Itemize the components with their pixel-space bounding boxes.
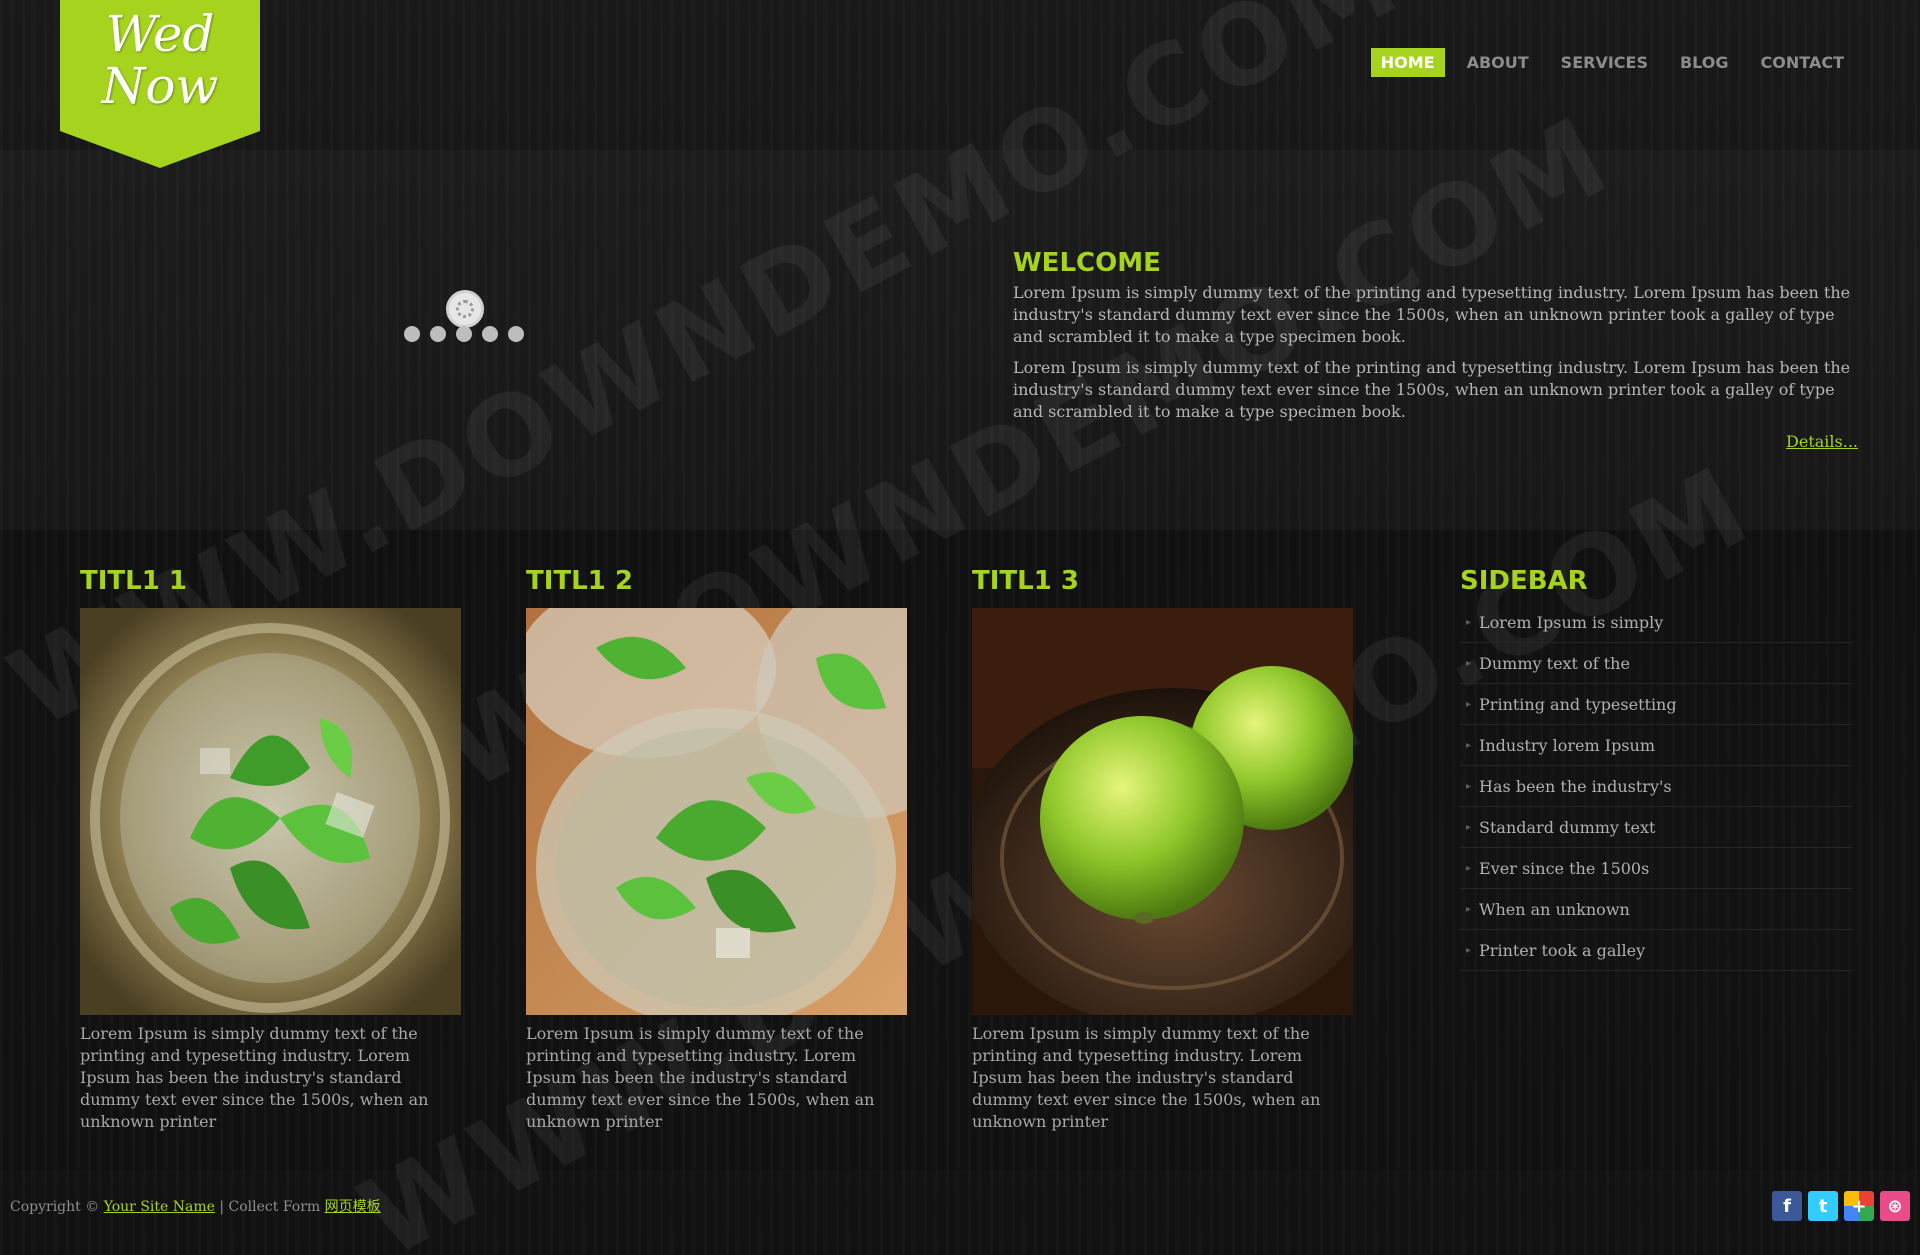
nav-home[interactable]: HOME [1370,48,1445,77]
feature-column-2: TITL1 2 Lorem Ipsum is simply dummy text… [526,566,908,1133]
facebook-icon[interactable]: f [1772,1191,1802,1221]
mint-glass-image [80,608,461,1015]
sidebar-item[interactable]: ▸ Industry lorem Ipsum [1460,725,1852,766]
welcome-paragraph: Lorem Ipsum is simply dummy text of the … [1013,358,1851,421]
arrow-right-icon: ▸ [1466,780,1472,792]
main-nav: HOME ABOUT SERVICES BLOG CONTACT [1370,48,1854,77]
arrow-right-icon: ▸ [1466,698,1472,710]
column-title: TITL1 2 [526,566,633,596]
arrow-right-icon: ▸ [1466,903,1472,915]
sidebar-item[interactable]: ▸ Standard dummy text [1460,807,1852,848]
twitter-icon[interactable]: t [1808,1191,1838,1221]
welcome-title: WELCOME [1013,248,1161,278]
sidebar-item[interactable]: ▸ Ever since the 1500s [1460,848,1852,889]
column-text: Lorem Ipsum is simply dummy text of the … [526,1024,875,1131]
arrow-right-icon: ▸ [1466,821,1472,833]
nav-services[interactable]: SERVICES [1551,48,1658,77]
arrow-right-icon: ▸ [1466,657,1472,669]
feature-column-1: TITL1 1 Lorem Ipsum is simply dummy text… [80,566,462,1133]
sidebar-item[interactable]: ▸ Dummy text of the [1460,643,1852,684]
slider-dot[interactable] [508,326,524,342]
arrow-right-icon: ▸ [1466,862,1472,874]
sidebar-item[interactable]: ▸ Has been the industry's [1460,766,1852,807]
social-links: f t + ⊛ [1772,1191,1910,1221]
google-plus-icon[interactable]: + [1844,1191,1874,1221]
welcome-section: WELCOME Lorem Ipsum is simply dummy text… [1013,248,1858,451]
slider-dot[interactable] [404,326,420,342]
sidebar-item[interactable]: ▸ When an unknown [1460,889,1852,930]
nav-about[interactable]: ABOUT [1457,48,1539,77]
dribbble-icon[interactable]: ⊛ [1880,1191,1910,1221]
sidebar: SIDEBAR ▸ Lorem Ipsum is simply ▸ Dummy te… [1460,566,1852,971]
mojito-glasses-image [526,608,907,1015]
welcome-paragraph: Lorem Ipsum is simply dummy text of the … [1013,283,1851,346]
sidebar-item[interactable]: ▸ Printing and typesetting [1460,684,1852,725]
slider-dot[interactable] [482,326,498,342]
sidebar-list: ▸ Lorem Ipsum is simply ▸ Dummy text of th… [1460,602,1852,971]
column-title: TITL1 1 [80,566,187,596]
site-name-link[interactable]: Your Site Name [104,1199,215,1215]
template-link[interactable]: 网页模板 [325,1199,381,1215]
nav-blog[interactable]: BLOG [1670,48,1739,77]
column-text: Lorem Ipsum is simply dummy text of the … [80,1024,429,1131]
copyright-text: Copyright © [10,1199,100,1215]
sidebar-title: SIDEBAR [1460,566,1588,596]
loading-spinner-icon [446,290,484,328]
arrow-right-icon: ▸ [1466,616,1472,628]
slider-dot[interactable] [456,326,472,342]
sidebar-item[interactable]: ▸ Printer took a galley [1460,930,1852,971]
nav-contact[interactable]: CONTACT [1751,48,1854,77]
logo-line-1: Wed [105,5,215,63]
logo-line-2: Now [101,57,219,115]
logo[interactable]: Wed Now [60,0,260,168]
sidebar-item[interactable]: ▸ Lorem Ipsum is simply [1460,602,1852,643]
collect-form-text: | Collect Form [219,1199,321,1215]
footer-copyright: Copyright © Your Site Name | Collect For… [10,1196,381,1216]
slider-pagination [404,326,524,342]
feature-column-3: TITL1 3 Lorem Ipsum is simply dummy text… [972,566,1354,1133]
column-title: TITL1 3 [972,566,1079,596]
slider-dot[interactable] [430,326,446,342]
limes-image [972,608,1353,1015]
arrow-right-icon: ▸ [1466,739,1472,751]
column-text: Lorem Ipsum is simply dummy text of the … [972,1024,1321,1131]
arrow-right-icon: ▸ [1466,944,1472,956]
details-link[interactable]: Details... [1013,432,1858,451]
